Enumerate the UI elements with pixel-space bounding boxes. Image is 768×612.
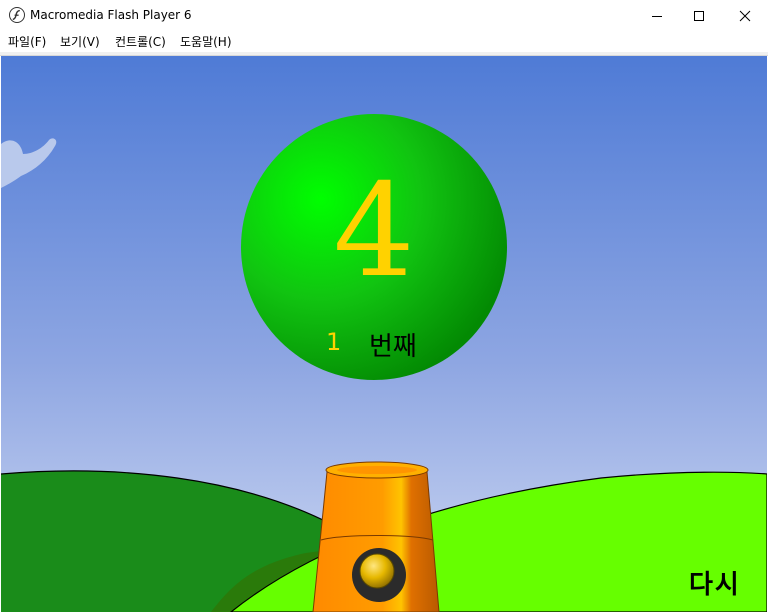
minimize-button[interactable] xyxy=(634,0,680,31)
title-bar: Macromedia Flash Player 6 xyxy=(0,0,768,31)
close-icon xyxy=(739,10,751,21)
close-button[interactable] xyxy=(722,0,768,31)
menu-bar: 파일(F) 보기(V) 컨트롤(C) 도움말(H) xyxy=(0,31,768,52)
flash-stage[interactable]: 4 1 번째 다시 xyxy=(1,56,767,612)
menu-file[interactable]: 파일(F) xyxy=(8,33,46,50)
fire-button[interactable] xyxy=(359,553,395,589)
menu-control[interactable]: 컨트롤(C) xyxy=(115,33,166,50)
retry-button[interactable]: 다시 xyxy=(689,564,741,601)
maximize-icon xyxy=(694,10,704,21)
menu-view[interactable]: 보기(V) xyxy=(60,33,100,50)
target-number: 4 xyxy=(333,157,415,306)
window-title: Macromedia Flash Player 6 xyxy=(30,8,192,22)
maximize-button[interactable] xyxy=(676,0,722,31)
minimize-icon xyxy=(652,15,662,17)
round-label: 번째 xyxy=(369,332,417,362)
menu-help[interactable]: 도움말(H) xyxy=(180,33,232,50)
round-number: 1 xyxy=(326,328,342,356)
flash-player-icon xyxy=(9,7,25,23)
